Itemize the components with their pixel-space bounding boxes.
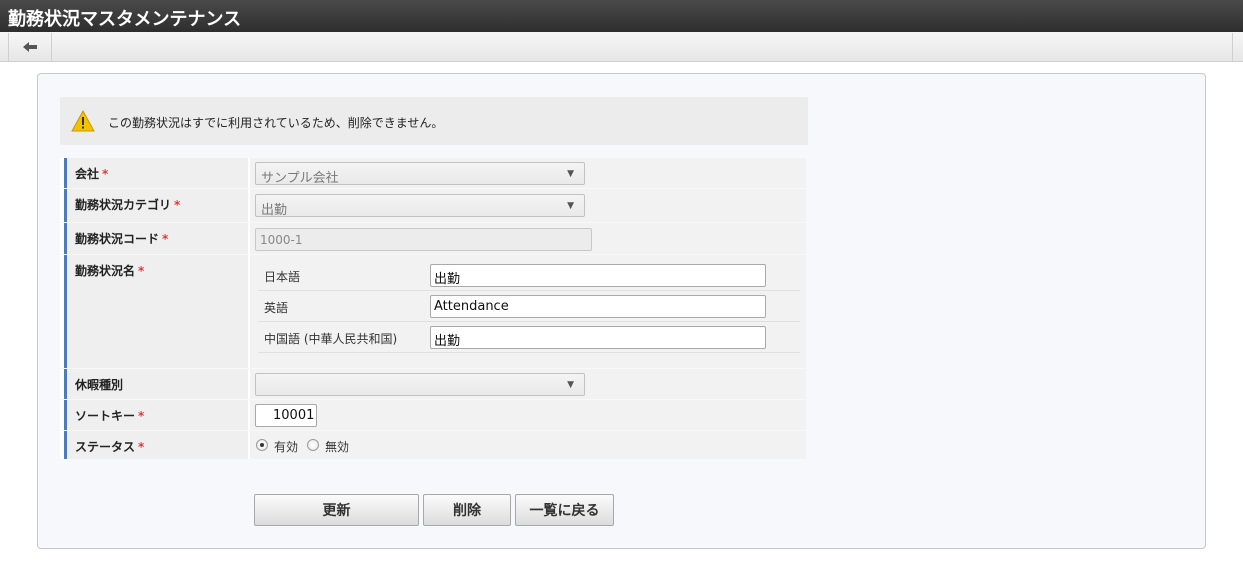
chevron-down-icon: ▼ (567, 169, 574, 179)
chevron-down-icon: ▼ (567, 380, 574, 390)
name-en-row: 英語 Attendance (258, 291, 800, 322)
name-ja-row: 日本語 出勤 (258, 260, 800, 291)
toolbar-divider (1232, 33, 1233, 61)
chevron-down-icon: ▼ (567, 201, 574, 211)
code-label: 勤務状況コード * (64, 223, 248, 254)
update-button[interactable]: 更新 (254, 494, 419, 526)
required-mark: * (138, 409, 145, 423)
company-row: 会社 * サンプル会社 ▼ (60, 158, 806, 188)
name-en-input[interactable]: Attendance (430, 295, 766, 318)
category-label: 勤務状況カテゴリ * (64, 189, 248, 222)
required-mark: * (138, 440, 145, 454)
code-row: 勤務状況コード * 1000-1 (60, 223, 806, 254)
name-zh-input[interactable]: 出勤 (430, 326, 766, 349)
name-label: 勤務状況名 * (64, 255, 248, 368)
status-inactive-label[interactable]: 無効 (325, 438, 349, 455)
status-row: ステータス * 有効 無効 (60, 431, 806, 459)
sort-key-label: ソートキー * (64, 400, 248, 430)
company-label: 会社 * (64, 158, 248, 188)
sort-key-input[interactable]: 10001 (255, 404, 317, 427)
name-row: 勤務状況名 * 日本語 出勤 英語 Attendance 中国語 (中華人民共和国… (60, 255, 806, 368)
status-active-label[interactable]: 有効 (274, 438, 298, 455)
warning-icon (71, 110, 95, 132)
sort-key-row: ソートキー * 10001 (60, 400, 806, 430)
lang-label-zh: 中国語 (中華人民共和国) (264, 332, 398, 346)
required-mark: * (102, 167, 109, 181)
required-mark: * (174, 198, 181, 212)
required-mark: * (138, 264, 145, 278)
arrow-left-icon (23, 42, 37, 52)
company-select[interactable]: サンプル会社 ▼ (255, 162, 585, 186)
back-to-list-button[interactable]: 一覧に戻る (515, 494, 614, 526)
lang-label-ja: 日本語 (264, 270, 301, 284)
status-active-radio[interactable] (256, 439, 268, 451)
back-button[interactable] (8, 33, 52, 61)
title-bar: 勤務状況マスタメンテナンス (0, 0, 1243, 32)
leave-type-row: 休暇種別 ▼ (60, 369, 806, 399)
warning-message-box: この勤務状況はすでに利用されているため、削除できません。 (60, 97, 808, 145)
code-field: 1000-1 (255, 228, 592, 251)
leave-type-select[interactable]: ▼ (255, 373, 585, 396)
delete-button[interactable]: 削除 (423, 494, 511, 526)
required-mark: * (162, 232, 169, 246)
name-zh-row: 中国語 (中華人民共和国) 出勤 (258, 322, 800, 353)
name-ja-input[interactable]: 出勤 (430, 264, 766, 287)
toolbar (0, 32, 1243, 62)
lang-label-en: 英語 (264, 301, 289, 315)
category-row: 勤務状況カテゴリ * 出勤 ▼ (60, 189, 806, 222)
status-label: ステータス * (64, 431, 248, 459)
warning-text: この勤務状況はすでに利用されているため、削除できません。 (108, 116, 444, 130)
status-inactive-radio[interactable] (307, 439, 319, 451)
page-title: 勤務状況マスタメンテナンス (8, 9, 242, 30)
leave-type-label: 休暇種別 (64, 369, 248, 399)
category-select[interactable]: 出勤 ▼ (255, 194, 585, 218)
